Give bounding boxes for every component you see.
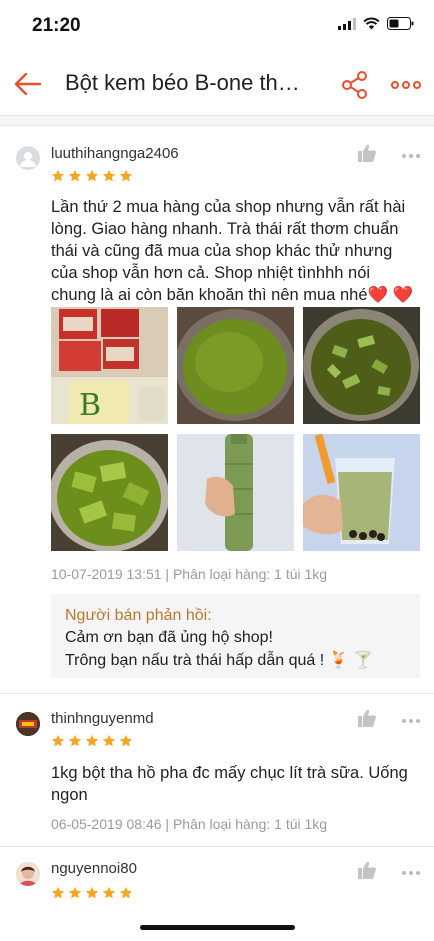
- status-bar: 21:20: [0, 0, 434, 50]
- star-icon: [102, 169, 116, 182]
- home-indicator[interactable]: [140, 925, 295, 930]
- share-button[interactable]: [340, 70, 370, 100]
- star-icon: [85, 886, 99, 899]
- star-icon: [119, 169, 133, 182]
- tea-packages-photo[interactable]: B: [51, 307, 168, 424]
- signal-bars-icon: [338, 17, 356, 30]
- share-icon: [342, 71, 367, 99]
- page-title: Bột kem béo B-one th…: [65, 70, 300, 95]
- like-button[interactable]: [357, 860, 377, 880]
- more-horizontal-icon: [402, 154, 420, 158]
- battery-icon: [387, 17, 414, 30]
- star-icon: [68, 169, 82, 182]
- top-app-bar: Bột kem béo B-one th…: [0, 50, 434, 116]
- star-icon: [51, 886, 65, 899]
- user-avatar-icon: [16, 862, 40, 886]
- star-rating: [51, 886, 133, 900]
- back-arrow-icon: [14, 72, 42, 96]
- review-username[interactable]: luuthihangnga2406: [51, 145, 179, 162]
- review-text: 1kg bột tha hồ pha đc mấy chục lít trà s…: [51, 764, 408, 804]
- like-button[interactable]: [357, 143, 377, 163]
- review-more-button[interactable]: [401, 865, 421, 875]
- seller-reply-line: Trông bạn nấu trà thái hấp dẫn quá ! 🍹 🍸: [65, 652, 373, 669]
- avatar[interactable]: [16, 146, 40, 170]
- status-icons: [338, 17, 414, 30]
- avatar[interactable]: [16, 862, 40, 886]
- star-icon: [51, 734, 65, 747]
- more-horizontal-icon: [402, 719, 420, 723]
- review-username[interactable]: thinhnguyenmd: [51, 710, 154, 727]
- star-icon: [85, 169, 99, 182]
- review-meta: 10-07-2019 13:51 | Phân loại hàng: 1 túi…: [51, 566, 328, 582]
- star-icon: [51, 169, 65, 182]
- review-divider: [0, 693, 434, 694]
- review-more-button[interactable]: [401, 713, 421, 723]
- back-button[interactable]: [12, 68, 44, 100]
- review-username[interactable]: nguyennoi80: [51, 860, 137, 877]
- bubble-tea-cup-photo[interactable]: [303, 434, 420, 551]
- seller-reply: Người bán phản hồi: Cảm ơn bạn đã ủng hộ…: [51, 594, 420, 678]
- status-time: 21:20: [32, 15, 81, 36]
- review-photos: B: [51, 307, 420, 551]
- section-separator: [0, 116, 434, 126]
- star-rating: [51, 734, 133, 748]
- like-button[interactable]: [357, 708, 377, 728]
- jelly-in-pot-photo[interactable]: [303, 307, 420, 424]
- star-icon: [68, 886, 82, 899]
- star-icon: [85, 734, 99, 747]
- default-user-icon: [20, 152, 36, 167]
- review-divider: [0, 846, 434, 847]
- review-meta: 06-05-2019 08:46 | Phân loại hàng: 1 túi…: [51, 816, 328, 832]
- star-icon: [68, 734, 82, 747]
- star-rating: [51, 169, 133, 183]
- star-icon: [119, 886, 133, 899]
- star-icon: [102, 734, 116, 747]
- more-horizontal-icon: [402, 871, 420, 875]
- green-jelly-bowl-photo[interactable]: [51, 434, 168, 551]
- more-horizontal-icon: [391, 81, 421, 89]
- review-more-button[interactable]: [401, 148, 421, 158]
- seller-reply-line: Cảm ơn bạn đã ủng hộ shop!: [65, 629, 273, 646]
- user-avatar-icon: [16, 712, 40, 736]
- review-text: Lần thứ 2 mua hàng của shop nhưng vẫn rấ…: [51, 198, 414, 304]
- more-options-button[interactable]: [390, 72, 422, 98]
- svg-text:B: B: [79, 388, 101, 423]
- thumbs-up-icon: [358, 861, 376, 879]
- star-icon: [102, 886, 116, 899]
- thumbs-up-icon: [358, 709, 376, 727]
- wifi-icon: [363, 17, 380, 30]
- thumbs-up-icon: [358, 144, 376, 162]
- star-icon: [119, 734, 133, 747]
- avatar[interactable]: [16, 712, 40, 736]
- seller-reply-title: Người bán phản hồi:: [65, 607, 212, 624]
- green-tea-pot-photo[interactable]: [177, 307, 294, 424]
- tea-bottle-photo[interactable]: [177, 434, 294, 551]
